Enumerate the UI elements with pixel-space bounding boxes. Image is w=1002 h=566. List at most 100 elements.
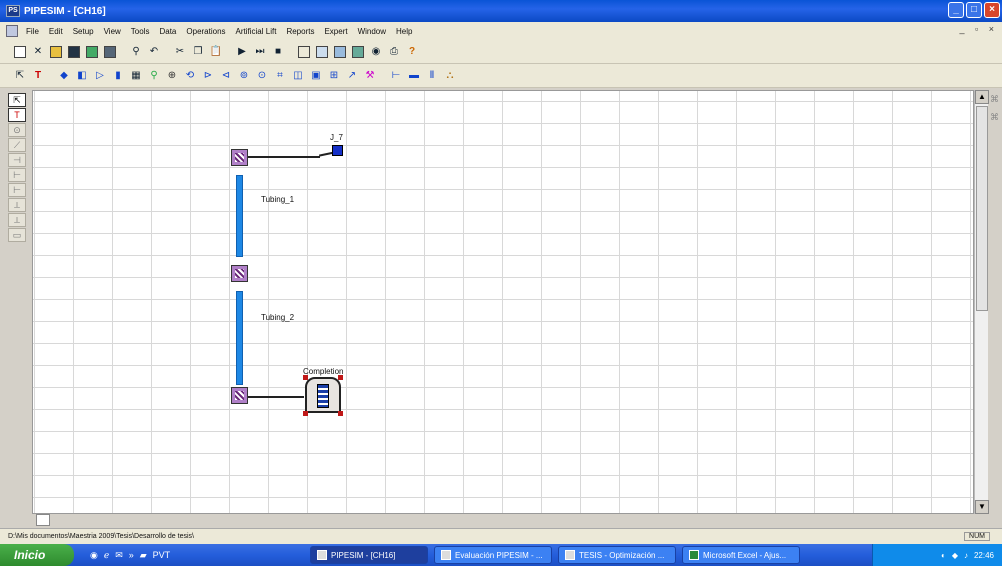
new-icon[interactable]	[12, 44, 28, 60]
network-canvas[interactable]: J_7 Tubing_1 Tubing_2 Completion	[32, 90, 974, 514]
undo-icon[interactable]: ↶	[146, 44, 162, 60]
p5-icon[interactable]: ⊢	[8, 183, 26, 197]
menu-operations[interactable]: Operations	[181, 27, 230, 36]
separator-icon[interactable]: ⊳	[200, 68, 216, 84]
help-icon[interactable]: ?	[404, 44, 420, 60]
mdi-controls[interactable]: _ ▫ ×	[960, 24, 998, 34]
pump-icon[interactable]: ⊕	[164, 68, 180, 84]
bottom-node[interactable]	[231, 387, 248, 404]
copy-icon[interactable]: ❐	[190, 44, 206, 60]
find-icon[interactable]: ⚲	[128, 44, 144, 60]
tray-network-icon[interactable]: ◐	[941, 551, 946, 560]
right-tool-2-icon[interactable]: ⌘	[990, 112, 1000, 126]
task-evaluacion[interactable]: Evaluación PIPESIM - ...	[434, 546, 552, 564]
completion-icon[interactable]: ⚒	[362, 68, 378, 84]
document-icon[interactable]	[6, 25, 18, 37]
cut-icon[interactable]: ✕	[30, 44, 46, 60]
right-tool-1-icon[interactable]: ⌘	[990, 94, 1000, 108]
task-tesis[interactable]: TESIS - Optimización ...	[558, 546, 676, 564]
menu-setup[interactable]: Setup	[68, 27, 99, 36]
tubing-2[interactable]	[236, 291, 243, 385]
gas-lift-icon[interactable]: ↗	[344, 68, 360, 84]
text-icon[interactable]: T	[30, 68, 46, 84]
tubing-icon[interactable]: ▦	[128, 68, 144, 84]
report-icon[interactable]: ▣	[308, 68, 324, 84]
middle-node[interactable]	[231, 265, 248, 282]
globe-icon[interactable]: ◉	[368, 44, 384, 60]
page-tab-icon[interactable]	[36, 514, 50, 526]
top-node[interactable]	[231, 149, 248, 166]
menu-data[interactable]: Data	[154, 27, 181, 36]
menu-window[interactable]: Window	[353, 27, 391, 36]
flowline-top[interactable]	[248, 156, 320, 158]
close-button[interactable]: ×	[984, 2, 1000, 18]
pointer-icon[interactable]: ⇱	[8, 93, 26, 107]
heater-icon[interactable]: ⊲	[218, 68, 234, 84]
stop-icon[interactable]: ■	[270, 44, 286, 60]
run-icon[interactable]: ▶	[234, 44, 250, 60]
completion-connector[interactable]	[248, 396, 304, 398]
start-button[interactable]: Inicio	[0, 544, 74, 566]
selection-handle[interactable]	[303, 411, 308, 416]
menu-expert[interactable]: Expert	[319, 27, 352, 36]
tubing-1[interactable]	[236, 175, 243, 257]
source-icon[interactable]: ◧	[74, 68, 90, 84]
step-icon[interactable]: ⏭	[252, 44, 268, 60]
clock[interactable]: 22:46	[974, 551, 994, 560]
p3-icon[interactable]: ⊣	[8, 153, 26, 167]
scroll-up-icon[interactable]: ▲	[975, 90, 989, 104]
riser-icon[interactable]: ⊢	[388, 68, 404, 84]
maximize-button[interactable]: □	[966, 2, 982, 18]
print-icon[interactable]	[102, 44, 118, 60]
p8-icon[interactable]: ▭	[8, 228, 26, 242]
compressor-icon[interactable]: ⟲	[182, 68, 198, 84]
sink-j7[interactable]	[332, 145, 343, 156]
scroll-thumb[interactable]	[976, 106, 988, 311]
overflow-icon[interactable]: »	[129, 550, 134, 560]
completion-object[interactable]	[305, 377, 341, 413]
sink-icon[interactable]: ▷	[92, 68, 108, 84]
save-icon[interactable]	[66, 44, 82, 60]
well-icon[interactable]: ▮	[110, 68, 126, 84]
menu-help[interactable]: Help	[391, 27, 417, 36]
layout-icon[interactable]	[296, 44, 312, 60]
junction-icon[interactable]: ⌗	[272, 68, 288, 84]
minimize-button[interactable]: _	[948, 2, 964, 18]
pvt-label[interactable]: PVT	[153, 550, 171, 560]
open-icon[interactable]	[48, 44, 64, 60]
p6-icon[interactable]: ⟂	[8, 198, 26, 212]
p1-icon[interactable]: ⊙	[8, 123, 26, 137]
p2-icon[interactable]: ⟋	[8, 138, 26, 152]
pvt-folder-icon[interactable]: ▰	[140, 550, 147, 561]
tray-volume-icon[interactable]: ♪	[964, 551, 968, 560]
node-icon[interactable]: ◆	[56, 68, 72, 84]
pipesim-icon[interactable]: PS	[6, 5, 20, 17]
menu-tools[interactable]: Tools	[126, 27, 155, 36]
task-pipesim[interactable]: PIPESIM - [CH16]	[310, 546, 428, 564]
select-icon[interactable]: ⇱	[12, 68, 28, 84]
menu-artificial-lift[interactable]: Artificial Lift	[231, 27, 282, 36]
browser-icon[interactable]: ◉	[90, 550, 98, 561]
mail-icon[interactable]: ✉	[115, 550, 123, 561]
task-excel[interactable]: Microsoft Excel - Ajus...	[682, 546, 800, 564]
table-icon[interactable]	[332, 44, 348, 60]
tank-icon[interactable]: ⛬	[442, 68, 458, 84]
ie-icon[interactable]: ℯ	[104, 550, 109, 561]
text-tool-icon[interactable]: T	[8, 108, 26, 122]
scroll-down-icon[interactable]: ▼	[975, 500, 989, 514]
selection-handle[interactable]	[303, 375, 308, 380]
injection-icon[interactable]: ⊙	[254, 68, 270, 84]
printer-icon[interactable]: ⎙	[386, 44, 402, 60]
multiplier-icon[interactable]: ◫	[290, 68, 306, 84]
menu-file[interactable]: File	[21, 27, 44, 36]
layout2-icon[interactable]	[314, 44, 330, 60]
vertical-scrollbar[interactable]: ▲ ▼	[974, 90, 989, 514]
flowline-icon[interactable]: ⊚	[236, 68, 252, 84]
p4-icon[interactable]: ⊢	[8, 168, 26, 182]
p7-icon[interactable]: ⟂	[8, 213, 26, 227]
tray-shield-icon[interactable]: ◆	[952, 551, 958, 560]
chart-icon[interactable]	[350, 44, 366, 60]
selection-handle[interactable]	[338, 411, 343, 416]
measure-icon[interactable]: ⊞	[326, 68, 342, 84]
choke-icon[interactable]: ⚲	[146, 68, 162, 84]
